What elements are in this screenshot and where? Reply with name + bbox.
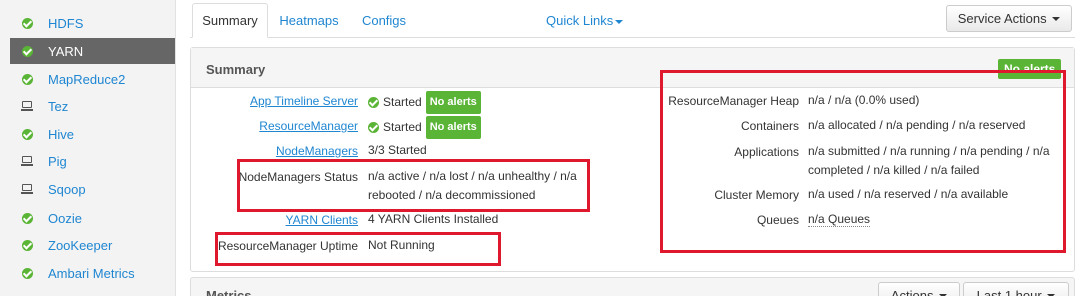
sidebar-item-label: HDFS: [48, 15, 84, 31]
check-circle-icon: [18, 45, 36, 57]
nodemanagers-value: 3/3 Started: [368, 143, 427, 157]
quick-links-dropdown[interactable]: Quick Links: [546, 13, 624, 28]
sidebar-item-label: MapReduce2: [48, 71, 126, 87]
rm-uptime-label: ResourceManager Uptime: [217, 239, 358, 253]
summary-title: Summary: [206, 62, 266, 77]
no-alerts-badge[interactable]: No alerts: [425, 91, 481, 114]
queues-label: Queues: [756, 213, 799, 227]
resourcemanager-link[interactable]: ResourceManager: [259, 119, 358, 133]
metrics-title: Metrics: [206, 288, 252, 296]
check-circle-icon: [18, 17, 36, 29]
nodemanagers-status-label: NodeManagers Status: [238, 170, 358, 184]
check-circle-icon: [368, 97, 379, 108]
sidebar-item-hdfs[interactable]: HDFS: [10, 10, 175, 36]
tab-configs[interactable]: Configs: [354, 3, 414, 38]
summary-panel: Summary No alerts App Timeline Server St…: [190, 47, 1075, 272]
check-circle-icon: [18, 128, 36, 140]
laptop-icon: [18, 156, 36, 166]
nodemanagers-link[interactable]: NodeManagers: [276, 144, 358, 158]
resourcemanager-status: Started No alerts: [368, 116, 481, 139]
tab-heatmaps[interactable]: Heatmaps: [272, 3, 346, 38]
rm-uptime-value: Not Running: [368, 238, 435, 252]
sidebar-item-oozie[interactable]: Oozie: [10, 205, 175, 231]
metrics-actions-label: Actions: [890, 288, 934, 296]
sidebar-item-label: Oozie: [48, 210, 82, 226]
service-actions-label: Service Actions: [957, 11, 1047, 26]
check-circle-icon: [18, 267, 36, 279]
sidebar-item-mapreduce2[interactable]: MapReduce2: [10, 66, 175, 92]
nodemanagers-status-value: n/a active / n/a lost / n/a unhealthy / …: [368, 169, 577, 202]
applications-value: n/a submitted / n/a running / n/a pendin…: [808, 144, 1050, 177]
sidebar-item-sqoop[interactable]: Sqoop: [10, 176, 175, 202]
quick-links-label: Quick Links: [546, 13, 614, 28]
service-tabs: Summary Heatmaps Configs: [190, 0, 1075, 38]
sidebar-item-label: Sqoop: [48, 181, 86, 197]
queues-value[interactable]: n/a Queues: [808, 210, 871, 229]
caret-down-icon: [615, 19, 624, 24]
tab-summary[interactable]: Summary: [192, 3, 268, 38]
sidebar-item-label: ZooKeeper: [48, 237, 113, 253]
summary-panel-header: Summary No alerts: [191, 48, 1074, 88]
laptop-icon: [18, 101, 36, 111]
cluster-memory-value: n/a used / n/a reserved / n/a available: [808, 187, 1009, 201]
sidebar-item-pig[interactable]: Pig: [10, 148, 175, 174]
status-text: Started: [383, 120, 422, 134]
time-range-button[interactable]: Last 1 hour: [963, 282, 1069, 296]
status-text: Started: [383, 95, 422, 109]
sidebar-item-tez[interactable]: Tez: [10, 93, 175, 119]
containers-label: Containers: [740, 119, 799, 133]
metrics-panel: Metrics Actions Last 1 hour: [190, 277, 1075, 296]
sidebar-item-label: Tez: [48, 98, 69, 114]
check-circle-icon: [18, 212, 36, 224]
yarn-clients-value: 4 YARN Clients Installed: [368, 212, 499, 226]
applications-label: Applications: [734, 145, 799, 159]
app-timeline-server-status: Started No alerts: [368, 91, 481, 114]
cluster-memory-label: Cluster Memory: [714, 188, 799, 202]
yarn-clients-link[interactable]: YARN Clients: [286, 213, 358, 227]
sidebar-item-yarn[interactable]: YARN: [10, 38, 175, 64]
service-actions-button[interactable]: Service Actions: [946, 5, 1072, 32]
sidebar-item-ambari-metrics[interactable]: Ambari Metrics: [10, 260, 175, 286]
time-range-label: Last 1 hour: [976, 288, 1042, 296]
check-circle-icon: [368, 122, 379, 133]
sidebar-item-label: Ambari Metrics: [48, 265, 135, 281]
alerts-badge[interactable]: No alerts: [998, 59, 1062, 79]
laptop-icon: [18, 184, 36, 194]
sidebar-item-hive[interactable]: Hive: [10, 121, 175, 147]
sidebar-item-label: YARN: [48, 43, 84, 59]
check-circle-icon: [18, 239, 36, 251]
rm-heap-label: ResourceManager Heap: [668, 94, 799, 108]
services-sidebar: HDFS YARN MapReduce2 Tez Hive Pig Sqoop: [0, 0, 176, 296]
caret-down-icon: [1052, 16, 1061, 21]
sidebar-item-label: Pig: [48, 153, 67, 169]
app-timeline-server-link[interactable]: App Timeline Server: [250, 94, 358, 108]
no-alerts-badge[interactable]: No alerts: [425, 116, 481, 139]
containers-value: n/a allocated / n/a pending / n/a reserv…: [808, 118, 1026, 132]
app-root: HDFS YARN MapReduce2 Tez Hive Pig Sqoop: [0, 0, 1091, 296]
queues-link[interactable]: n/a Queues: [808, 212, 871, 227]
sidebar-item-label: Hive: [48, 126, 75, 142]
check-circle-icon: [18, 73, 36, 85]
sidebar-item-zookeeper[interactable]: ZooKeeper: [10, 232, 175, 258]
rm-heap-value: n/a / n/a (0.0% used): [808, 93, 920, 107]
metrics-actions-button[interactable]: Actions: [878, 282, 960, 296]
